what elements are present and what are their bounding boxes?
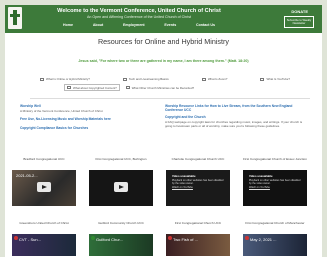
video-card[interactable]: Guilford Community Church UCC Guilford C… <box>89 221 153 256</box>
quicklink-label: What Is Online or Hybrid Ministry? <box>46 77 90 81</box>
nav-contact[interactable]: Contact Us <box>196 23 215 27</box>
video-card[interactable]: Bradford Congregational UCC 2021-05-2... <box>12 157 76 206</box>
video-label: First Congregational Church of Essex Jun… <box>243 157 307 161</box>
divider <box>30 98 310 99</box>
page-icon <box>260 77 265 81</box>
video-card[interactable]: First Congregational Church of Essex Jun… <box>243 157 307 206</box>
video-label: Greensboro United Church of Christ <box>19 221 69 225</box>
quicklink-label: What about Copyrighted Content? <box>73 85 117 90</box>
video-label: First Congregational Church of Mancheste… <box>245 221 305 225</box>
video-thumbnail[interactable]: Video unavailable Playback on other webs… <box>166 170 230 206</box>
channel-avatar <box>14 236 18 240</box>
quick-links: What Is Online or Hybrid Ministry? Tech … <box>40 77 290 94</box>
quicklink-label: Tech and Livestreaming Basics <box>128 77 169 81</box>
quicklink-youtube[interactable]: What Is YouTube? <box>260 77 290 81</box>
nav-events[interactable]: Events <box>164 23 176 27</box>
video-date: 2021-05-2... <box>16 173 38 178</box>
video-title: Guilford Chur... <box>96 237 123 242</box>
site-header: Welcome to the Vermont Conference, Unite… <box>5 5 322 33</box>
quicklink-online-ministry[interactable]: What Is Online or Hybrid Ministry? <box>40 77 90 81</box>
video-label: Bradford Congregational UCC <box>23 157 65 161</box>
video-card[interactable]: First Congregational Church of Mancheste… <box>243 221 307 256</box>
video-title: Two Fish of ... <box>173 237 198 242</box>
video-label: First Congregational UCC, Burlington <box>95 157 147 161</box>
unavailable-text: Playback on other websites has been disa… <box>172 179 224 186</box>
site-subtitle: An Open and Affirming Conference of the … <box>86 15 191 19</box>
video-thumbnail[interactable]: Video unavailable Playback on other webs… <box>243 170 307 206</box>
quicklink-zoom[interactable]: What Is Zoom? <box>201 77 228 81</box>
video-title: May 2, 2021 ... <box>250 237 277 242</box>
main-nav: Home About Employment Events Contact Us <box>39 23 239 27</box>
unavailable-text: Playback on other websites has been disa… <box>249 179 301 186</box>
video-label: First Congregational Church UCC <box>174 221 222 225</box>
video-label: Guilford Community Church UCC <box>98 221 144 225</box>
nav-employment[interactable]: Employment <box>123 23 145 27</box>
watch-on-youtube-link[interactable]: Watch on YouTube <box>172 186 193 189</box>
channel-avatar <box>168 236 172 240</box>
video-thumbnail[interactable]: May 2, 2021 ... <box>243 234 307 256</box>
unavailable-title: Video unavailable <box>249 174 273 178</box>
copyright-basics-link[interactable]: Copyright Compliance Basics for Churches <box>20 126 160 130</box>
copyright-church-link[interactable]: Copyright and the Church <box>165 115 310 119</box>
resources-right-column: Worship Resource Links for How to Live S… <box>165 104 310 132</box>
donate-button[interactable]: DONATE <box>291 9 308 14</box>
site-title: Welcome to the Vermont Conference, Unite… <box>57 8 221 14</box>
video-thumbnail[interactable] <box>89 170 153 206</box>
unavailable-title: Video unavailable <box>172 174 196 178</box>
worship-well-desc: A Ministry of the Vermont Conference, Un… <box>20 109 103 113</box>
livestream-links[interactable]: Worship Resource Links for How to Live S… <box>165 104 310 112</box>
free-music-link[interactable]: Free Use, No-Licensing Music and Worship… <box>20 117 160 121</box>
watch-on-youtube-link[interactable]: Watch on YouTube <box>249 186 270 189</box>
video-thumbnail[interactable]: Guilford Chur... <box>89 234 153 256</box>
video-card[interactable]: First Congregational UCC, Burlington <box>89 157 153 206</box>
channel-avatar <box>91 236 95 240</box>
scripture-verse: Jesus said, "For where two or three are … <box>78 59 249 63</box>
quicklink-other-ministries[interactable]: What Other Church Ministries can be Reco… <box>125 84 195 91</box>
page-icon <box>201 77 206 81</box>
video-thumbnail[interactable]: Two Fish of ... <box>166 234 230 256</box>
page-icon <box>122 77 127 81</box>
copyright-church-desc: A FAQ webpage on copyright laws for chur… <box>165 120 303 128</box>
video-card[interactable]: Charlotte Congregational Church UCC Vide… <box>166 157 230 206</box>
video-thumbnail[interactable]: CVT - Sun... <box>12 234 76 256</box>
quicklink-label: What Is YouTube? <box>266 77 290 81</box>
video-unavailable-message: Video unavailable Playback on other webs… <box>172 174 226 189</box>
quicklink-label: What Is Zoom? <box>207 77 228 81</box>
video-label: Charlotte Congregational Church UCC <box>171 157 225 161</box>
nav-about[interactable]: About <box>93 23 103 27</box>
subscribe-button[interactable]: Subscribe to Weekly Newsletter <box>284 16 314 28</box>
video-title: CVT - Sun... <box>19 237 41 242</box>
channel-avatar <box>245 236 249 240</box>
page-icon <box>67 86 71 89</box>
page: Welcome to the Vermont Conference, Unite… <box>0 0 327 257</box>
ucc-logo[interactable] <box>8 7 22 29</box>
quicklink-copyright[interactable]: What about Copyrighted Content? <box>64 84 120 91</box>
page-icon <box>40 77 44 81</box>
page-title: Resources for Online and Hybrid Ministry <box>97 37 230 46</box>
video-unavailable-message: Video unavailable Playback on other webs… <box>249 174 303 189</box>
worship-well-link[interactable]: Worship Well <box>20 104 160 108</box>
video-thumbnail[interactable]: 2021-05-2... <box>12 170 76 206</box>
quicklink-label: What Other Church Ministries can be Reco… <box>131 85 195 90</box>
play-icon[interactable] <box>114 182 128 192</box>
resources-left-column: Worship Well A Ministry of the Vermont C… <box>20 104 160 131</box>
play-icon[interactable] <box>37 182 51 192</box>
video-card[interactable]: Greensboro United Church of Christ CVT -… <box>12 221 76 256</box>
video-card[interactable]: First Congregational Church UCC Two Fish… <box>166 221 230 256</box>
quicklink-tech-basics[interactable]: Tech and Livestreaming Basics <box>122 77 169 81</box>
page-icon <box>125 86 130 89</box>
nav-home[interactable]: Home <box>63 23 73 27</box>
